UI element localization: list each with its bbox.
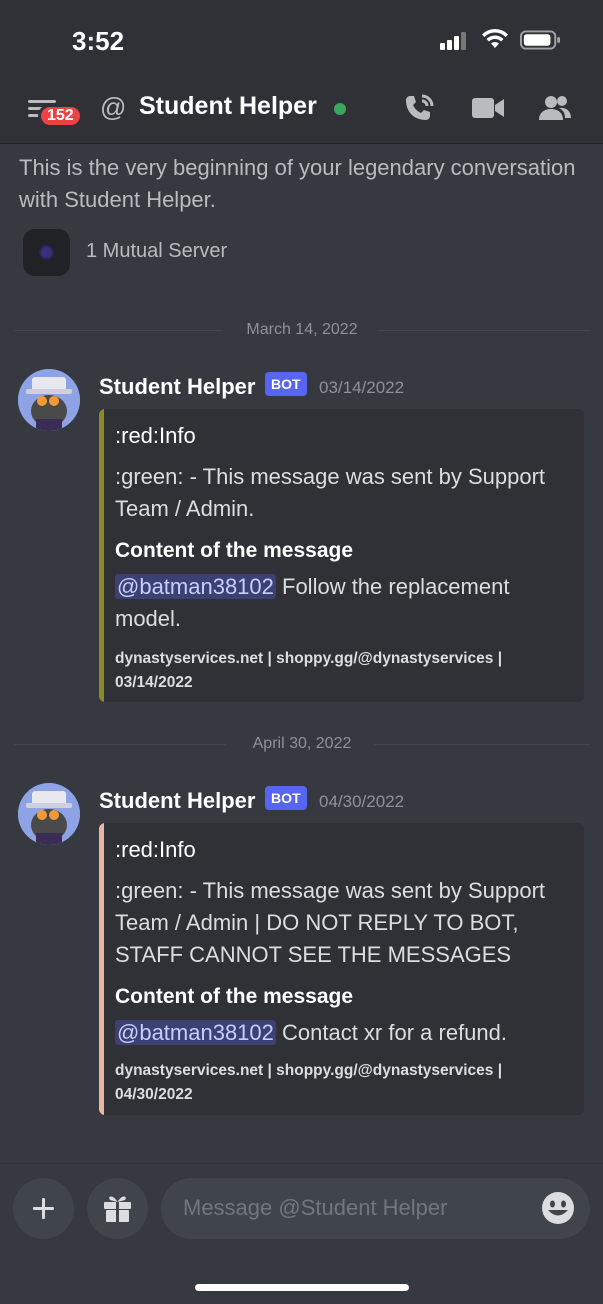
message-input[interactable]: Message @Student Helper bbox=[161, 1178, 590, 1239]
plus-icon bbox=[33, 1198, 54, 1219]
mutual-servers-label[interactable]: 1 Mutual Server bbox=[86, 240, 227, 263]
gift-icon bbox=[104, 1196, 131, 1222]
embed-footer: dynastyservices.net | shoppy.gg/@dynasty… bbox=[115, 1062, 503, 1103]
embed-description: :green: - This message was sent by Suppo… bbox=[115, 464, 546, 521]
date-divider-label: April 30, 2022 bbox=[252, 735, 352, 752]
wifi-icon bbox=[482, 28, 508, 48]
embed-footer: dynastyservices.net | shoppy.gg/@dynasty… bbox=[115, 650, 503, 691]
embed-field-value: @batman38102 Follow the replacement mode… bbox=[115, 571, 565, 635]
conversation-intro: This is the very beginning of your legen… bbox=[19, 155, 576, 212]
user-mention[interactable]: @batman38102 bbox=[115, 574, 276, 599]
status-time: 3:52 bbox=[72, 26, 125, 56]
message-input-placeholder: Message @Student Helper bbox=[183, 1195, 448, 1220]
date-divider: April 30, 2022 bbox=[14, 732, 590, 756]
message-author[interactable]: Student Helper bbox=[99, 374, 255, 400]
date-divider: March 14, 2022 bbox=[14, 318, 590, 342]
add-attachment-button[interactable] bbox=[13, 1178, 74, 1239]
avatar[interactable] bbox=[18, 369, 80, 431]
message-timestamp: 03/14/2022 bbox=[319, 378, 405, 397]
cellular-signal-icon bbox=[440, 30, 470, 50]
embed-field-text: Contact xr for a refund. bbox=[275, 1020, 507, 1045]
embed-title: :red:Info bbox=[115, 423, 196, 448]
avatar[interactable] bbox=[18, 783, 80, 845]
date-divider-label: March 14, 2022 bbox=[246, 321, 358, 338]
home-indicator[interactable] bbox=[195, 1284, 409, 1291]
embed-title: :red:Info bbox=[115, 837, 196, 862]
gift-button[interactable] bbox=[87, 1178, 148, 1239]
message-embed: :red:Info :green: - This message was sen… bbox=[99, 409, 584, 702]
message-embed: :red:Info :green: - This message was sen… bbox=[99, 823, 584, 1115]
embed-color-bar bbox=[99, 823, 104, 1115]
embed-color-bar bbox=[99, 409, 104, 702]
bot-tag: BOT bbox=[265, 372, 307, 396]
embed-description: :green: - This message was sent by Suppo… bbox=[115, 878, 546, 967]
server-icon[interactable] bbox=[23, 229, 70, 276]
unread-badge: 152 bbox=[38, 104, 83, 128]
dm-header: 152 @ Student Helper bbox=[0, 80, 603, 144]
online-status-indicator bbox=[334, 103, 346, 115]
message-timestamp: 04/30/2022 bbox=[319, 792, 405, 811]
user-mention[interactable]: @batman38102 bbox=[115, 1020, 276, 1045]
battery-icon bbox=[520, 30, 560, 50]
status-bar: 3:52 bbox=[0, 0, 603, 80]
embed-field-value: @batman38102 Contact xr for a refund. bbox=[115, 1017, 565, 1049]
embed-field-name: Content of the message bbox=[115, 539, 354, 562]
video-icon[interactable] bbox=[470, 92, 506, 124]
at-icon: @ bbox=[100, 92, 127, 122]
message-author[interactable]: Student Helper bbox=[99, 788, 255, 814]
members-icon[interactable] bbox=[537, 92, 573, 124]
embed-field-name: Content of the message bbox=[115, 985, 354, 1008]
bot-tag: BOT bbox=[265, 786, 307, 810]
dm-title[interactable]: Student Helper bbox=[139, 92, 317, 121]
emoji-icon[interactable] bbox=[540, 1190, 576, 1226]
call-icon[interactable] bbox=[402, 92, 438, 124]
